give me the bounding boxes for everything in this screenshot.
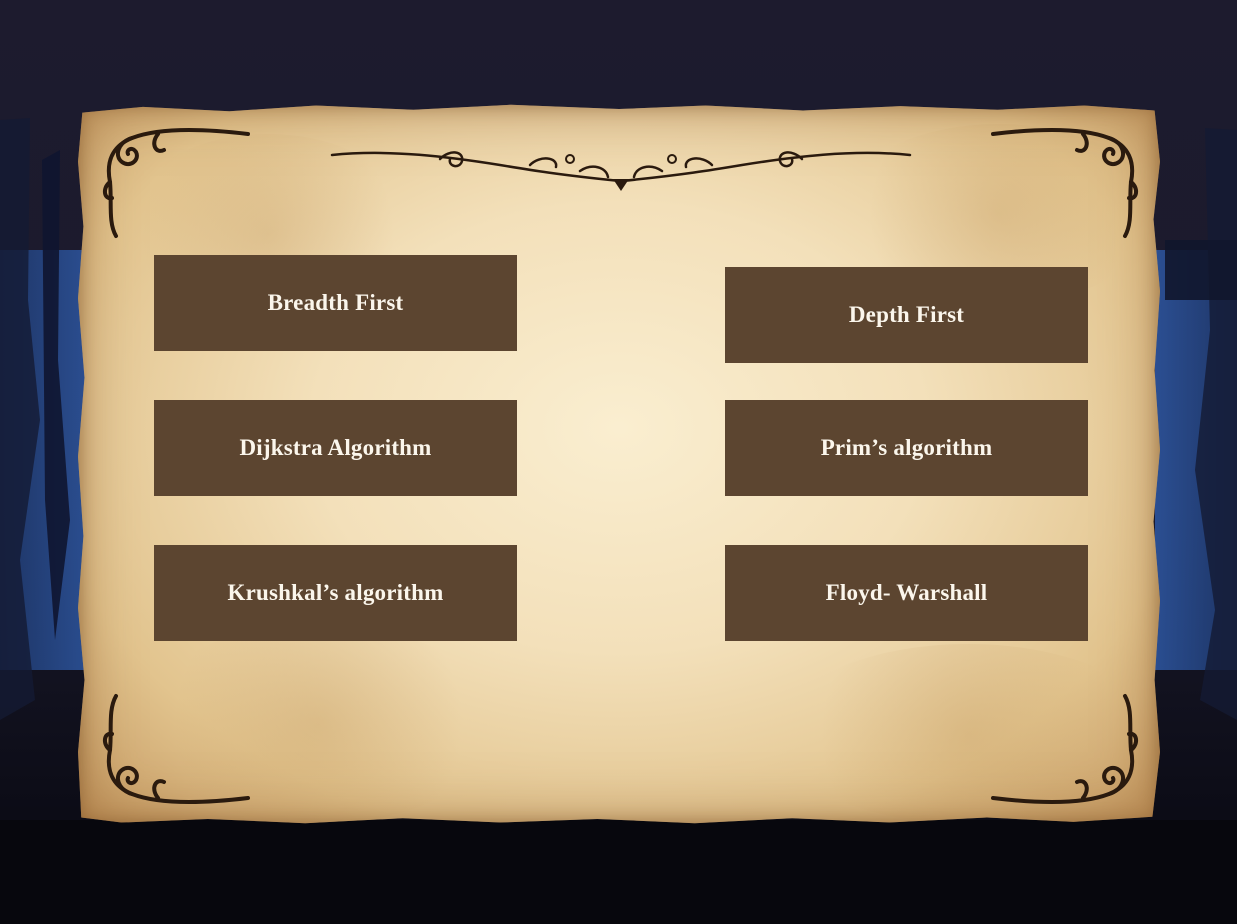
- corner-ornament-bottom-left: [103, 694, 250, 805]
- kruskals-algorithm-label: Krushkal’s algorithm: [227, 580, 444, 605]
- dijkstra-algorithm-label: Dijkstra Algorithm: [239, 435, 432, 460]
- prims-algorithm-label: Prim’s algorithm: [820, 435, 993, 460]
- depth-first-button[interactable]: Depth First: [725, 267, 1088, 363]
- top-flourish-ornament: [330, 151, 912, 191]
- kruskals-algorithm-button[interactable]: Krushkal’s algorithm: [154, 545, 517, 641]
- prims-algorithm-button[interactable]: Prim’s algorithm: [725, 400, 1088, 496]
- breadth-first-button[interactable]: Breadth First: [154, 255, 517, 351]
- breadth-first-label: Breadth First: [267, 290, 404, 315]
- depth-first-label: Depth First: [848, 302, 965, 327]
- corner-ornament-bottom-right: [991, 694, 1138, 805]
- dijkstra-algorithm-button[interactable]: Dijkstra Algorithm: [154, 400, 517, 496]
- corner-ornament-top-left: [103, 127, 250, 238]
- floyd-warshall-button[interactable]: Floyd- Warshall: [725, 545, 1088, 641]
- game-screen: Breadth First Depth First Dijkstra Algor…: [0, 0, 1237, 924]
- corner-ornament-top-right: [991, 127, 1138, 238]
- floyd-warshall-label: Floyd- Warshall: [825, 580, 988, 605]
